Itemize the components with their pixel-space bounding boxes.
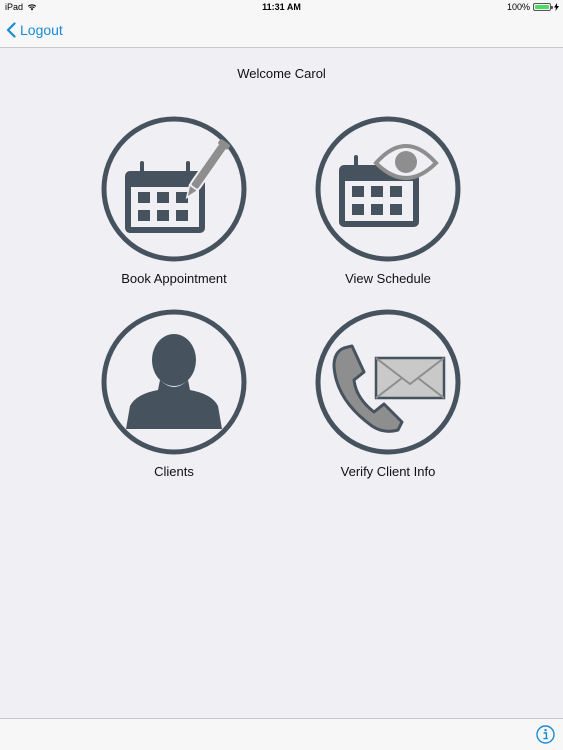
info-button[interactable] xyxy=(536,725,555,749)
logout-button[interactable]: Logout xyxy=(6,22,63,38)
view-schedule-label: View Schedule xyxy=(345,271,431,286)
status-time: 11:31 AM xyxy=(262,2,301,12)
battery-fill xyxy=(535,5,549,9)
chevron-left-icon xyxy=(6,22,16,38)
book-appointment-label: Book Appointment xyxy=(121,271,227,286)
navigation-bar: Logout xyxy=(0,14,563,48)
battery-icon xyxy=(533,3,553,11)
book-appointment-button[interactable]: Book Appointment xyxy=(84,115,264,286)
battery-percent: 100% xyxy=(506,2,530,12)
status-right: 100% xyxy=(507,2,559,12)
bottom-toolbar xyxy=(0,718,563,750)
clients-button[interactable]: Clients xyxy=(84,308,264,479)
charging-icon xyxy=(554,3,559,11)
calendar-pen-icon xyxy=(100,115,248,263)
welcome-message: Welcome Carol xyxy=(237,66,326,81)
verify-client-info-button[interactable]: Verify Client Info xyxy=(298,308,478,479)
verify-client-info-label: Verify Client Info xyxy=(340,464,436,479)
info-icon xyxy=(536,725,555,744)
logout-label: Logout xyxy=(20,22,63,38)
status-bar: iPad 11:31 AM 100% xyxy=(0,0,563,14)
view-schedule-button[interactable]: View Schedule xyxy=(298,115,478,286)
calendar-eye-icon xyxy=(314,115,462,263)
clients-label: Clients xyxy=(154,464,194,479)
person-silhouette-icon xyxy=(100,308,248,456)
phone-envelope-icon xyxy=(314,308,462,456)
